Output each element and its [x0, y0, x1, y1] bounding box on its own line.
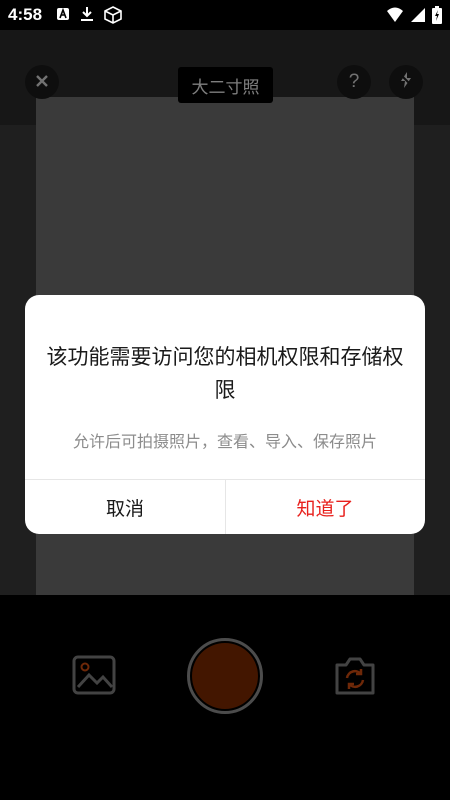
status-left-icons [56, 6, 122, 28]
status-time: 4:58 [8, 5, 43, 24]
status-bar: 4:58 [0, 0, 450, 30]
battery-charging-icon [432, 6, 442, 28]
cancel-button[interactable]: 取消 [25, 480, 225, 534]
font-icon [56, 6, 70, 28]
wifi-icon [386, 7, 404, 27]
box-icon [104, 6, 122, 28]
dialog-message: 允许后可拍摄照片，查看、导入、保存照片 [72, 432, 377, 451]
permission-dialog: 该功能需要访问您的相机权限和存储权限 允许后可拍摄照片，查看、导入、保存照片 取… [25, 295, 425, 534]
status-right-icons [386, 6, 442, 28]
confirm-button[interactable]: 知道了 [225, 480, 425, 534]
dialog-title: 该功能需要访问您的相机权限和存储权限 [46, 345, 404, 402]
signal-icon [410, 7, 426, 27]
download-icon [80, 6, 94, 28]
